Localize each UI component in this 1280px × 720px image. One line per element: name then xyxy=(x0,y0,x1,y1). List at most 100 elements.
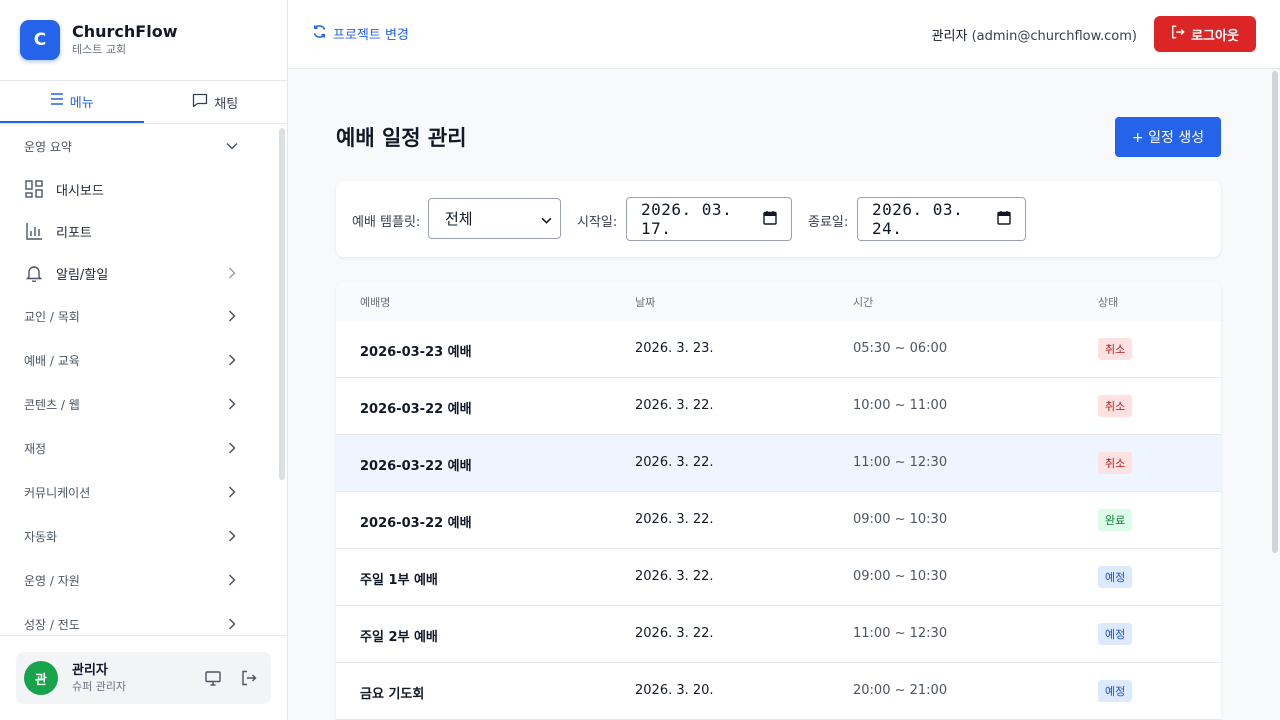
avatar: 관 xyxy=(24,661,58,695)
row-time: 09:00 ~ 10:30 xyxy=(853,569,948,584)
logout-button[interactable]: 로그아웃 xyxy=(1154,16,1256,52)
table-row[interactable]: 주일 1부 예배 2026. 3. 22. 09:00 ~ 10:30 예정 xyxy=(336,549,1221,606)
table-row[interactable]: 금요 기도회 2026. 3. 20. 20:00 ~ 21:00 예정 xyxy=(336,663,1221,720)
template-select[interactable]: 전체 xyxy=(428,198,561,239)
sidebar-scrollbar[interactable] xyxy=(276,124,288,635)
divider xyxy=(0,635,287,636)
row-name: 주일 1부 예배 xyxy=(360,573,438,588)
table-row[interactable]: 2026-03-23 예배 2026. 3. 23. 05:30 ~ 06:00 취소 xyxy=(336,321,1221,378)
status-badge: 완료 xyxy=(1098,509,1133,531)
table-row[interactable]: 2026-03-22 예배 2026. 3. 22. 11:00 ~ 12:30 취소 xyxy=(336,435,1221,492)
bell-icon xyxy=(24,263,44,283)
sidebar-item-dashboard[interactable]: 대시보드 xyxy=(0,168,276,210)
chevron-right-icon xyxy=(224,440,240,456)
start-date-value: 2026. 03. 17. xyxy=(641,200,733,238)
chevron-right-icon xyxy=(224,308,240,324)
chevron-right-icon xyxy=(224,616,240,632)
start-date-label: 시작일: xyxy=(577,215,618,230)
admin-account-label: 관리자 (admin@churchflow.com) xyxy=(932,25,1137,44)
create-schedule-button[interactable]: + 일정 생성 xyxy=(1115,117,1221,157)
filter-panel: 예배 템플릿: 전체 시작일: 2026. 03. 17. 종료일: 2026.… xyxy=(336,181,1221,257)
row-date: 2026. 3. 20. xyxy=(635,683,714,698)
row-date: 2026. 3. 22. xyxy=(635,569,714,584)
menu-group-members[interactable]: 교인 / 목회 xyxy=(0,294,276,338)
page-title: 예배 일정 관리 xyxy=(336,126,467,150)
status-badge: 취소 xyxy=(1098,395,1133,417)
header-status: 상태 xyxy=(1098,296,1119,309)
sidebar: C ChurchFlow 테스트 교회 메뉴 채팅 운영 요약 대시보드 리포트… xyxy=(0,0,288,720)
tab-menu-label: 메뉴 xyxy=(69,95,94,111)
sidebar-item-label: 대시보드 xyxy=(56,183,104,199)
table-body: 2026-03-23 예배 2026. 3. 23. 05:30 ~ 06:00 취소… xyxy=(336,321,1221,720)
end-date-input[interactable]: 2026. 03. 24. xyxy=(857,197,1026,241)
menu-group-automation[interactable]: 자동화 xyxy=(0,514,276,558)
calendar-icon xyxy=(997,210,1011,229)
schedule-table: 예배명 날짜 시간 상태 2026-03-23 예배 2026. 3. 23. 05… xyxy=(336,282,1221,720)
menu-group-operations[interactable]: 운영 / 자원 xyxy=(0,558,276,602)
row-name: 2026-03-23 예배 xyxy=(360,345,472,360)
menu-group-label: 재정 xyxy=(24,441,47,456)
row-date: 2026. 3. 22. xyxy=(635,398,714,413)
row-name: 2026-03-22 예배 xyxy=(360,459,472,474)
start-date-input[interactable]: 2026. 03. 17. xyxy=(626,197,792,241)
table-row[interactable]: 2026-03-22 예배 2026. 3. 22. 09:00 ~ 10:30 완료 xyxy=(336,492,1221,549)
sidebar-item-alerts[interactable]: 알림/할일 xyxy=(0,252,276,294)
menu-group-label: 운영 요약 xyxy=(24,139,72,154)
switch-project-button[interactable]: 프로젝트 변경 xyxy=(312,24,409,43)
menu-group-worship[interactable]: 예배 / 교육 xyxy=(0,338,276,382)
page-scrollbar[interactable] xyxy=(1270,69,1280,720)
table-row[interactable]: 2026-03-22 예배 2026. 3. 22. 10:00 ~ 11:00 취소 xyxy=(336,378,1221,435)
table-row[interactable]: 주일 2부 예배 2026. 3. 22. 11:00 ~ 12:30 예정 xyxy=(336,606,1221,663)
chevron-right-icon xyxy=(224,352,240,368)
row-time: 20:00 ~ 21:00 xyxy=(853,683,948,698)
menu-group-content[interactable]: 콘텐츠 / 웹 xyxy=(0,382,276,426)
user-role: 슈퍼 관리자 xyxy=(72,680,127,693)
template-value: 전체 xyxy=(445,210,473,228)
status-badge: 예정 xyxy=(1098,623,1133,645)
logout-icon xyxy=(1171,25,1185,43)
header-date: 날짜 xyxy=(635,296,656,309)
row-name: 2026-03-22 예배 xyxy=(360,516,472,531)
dashboard-icon xyxy=(24,179,44,199)
logout-icon[interactable] xyxy=(235,664,263,692)
menu-group-growth[interactable]: 성장 / 전도 xyxy=(0,602,276,635)
row-time: 11:00 ~ 12:30 xyxy=(853,626,948,641)
status-badge: 취소 xyxy=(1098,452,1133,474)
sidebar-item-label: 리포트 xyxy=(56,225,92,241)
chevron-right-icon xyxy=(224,265,240,281)
row-date: 2026. 3. 22. xyxy=(635,512,714,527)
admin-email: (admin@churchflow.com) xyxy=(971,29,1137,44)
chevron-right-icon xyxy=(224,528,240,544)
menu-group-communication[interactable]: 커뮤니케이션 xyxy=(0,470,276,514)
row-name: 주일 2부 예배 xyxy=(360,630,438,645)
monitor-icon[interactable] xyxy=(199,664,227,692)
status-badge: 예정 xyxy=(1098,566,1133,588)
row-time: 09:00 ~ 10:30 xyxy=(853,512,948,527)
menu-group-label: 교인 / 목회 xyxy=(24,309,80,324)
menu-group-finance[interactable]: 재정 xyxy=(0,426,276,470)
calendar-icon xyxy=(763,210,777,229)
row-date: 2026. 3. 22. xyxy=(635,626,714,641)
sidebar-scroll-thumb[interactable] xyxy=(279,128,285,480)
menu-group-summary[interactable]: 운영 요약 xyxy=(0,124,276,168)
sidebar-item-report[interactable]: 리포트 xyxy=(0,210,276,252)
sidebar-tabs: 메뉴 채팅 xyxy=(0,81,287,124)
end-date-value: 2026. 03. 24. xyxy=(872,200,964,238)
template-label: 예배 템플릿: xyxy=(352,215,421,230)
page-scroll-thumb[interactable] xyxy=(1272,71,1278,553)
brand: C ChurchFlow 테스트 교회 xyxy=(0,0,287,81)
tab-chat-label: 채팅 xyxy=(214,96,239,112)
table-header: 예배명 날짜 시간 상태 xyxy=(336,282,1221,321)
switch-project-label: 프로젝트 변경 xyxy=(333,28,409,43)
row-date: 2026. 3. 22. xyxy=(635,455,714,470)
chevron-right-icon xyxy=(224,484,240,500)
status-badge: 예정 xyxy=(1098,680,1133,702)
tab-chat[interactable]: 채팅 xyxy=(144,81,288,123)
sidebar-menu: 운영 요약 대시보드 리포트 알림/할일 교인 / 목회 예배 / 교육 콘텐츠… xyxy=(0,124,276,635)
brand-logo: C xyxy=(20,20,60,60)
menu-group-label: 성장 / 전도 xyxy=(24,617,80,632)
row-time: 11:00 ~ 12:30 xyxy=(853,455,948,470)
tab-menu[interactable]: 메뉴 xyxy=(0,81,144,123)
row-name: 2026-03-22 예배 xyxy=(360,402,472,417)
bar-chart-icon xyxy=(24,221,44,241)
